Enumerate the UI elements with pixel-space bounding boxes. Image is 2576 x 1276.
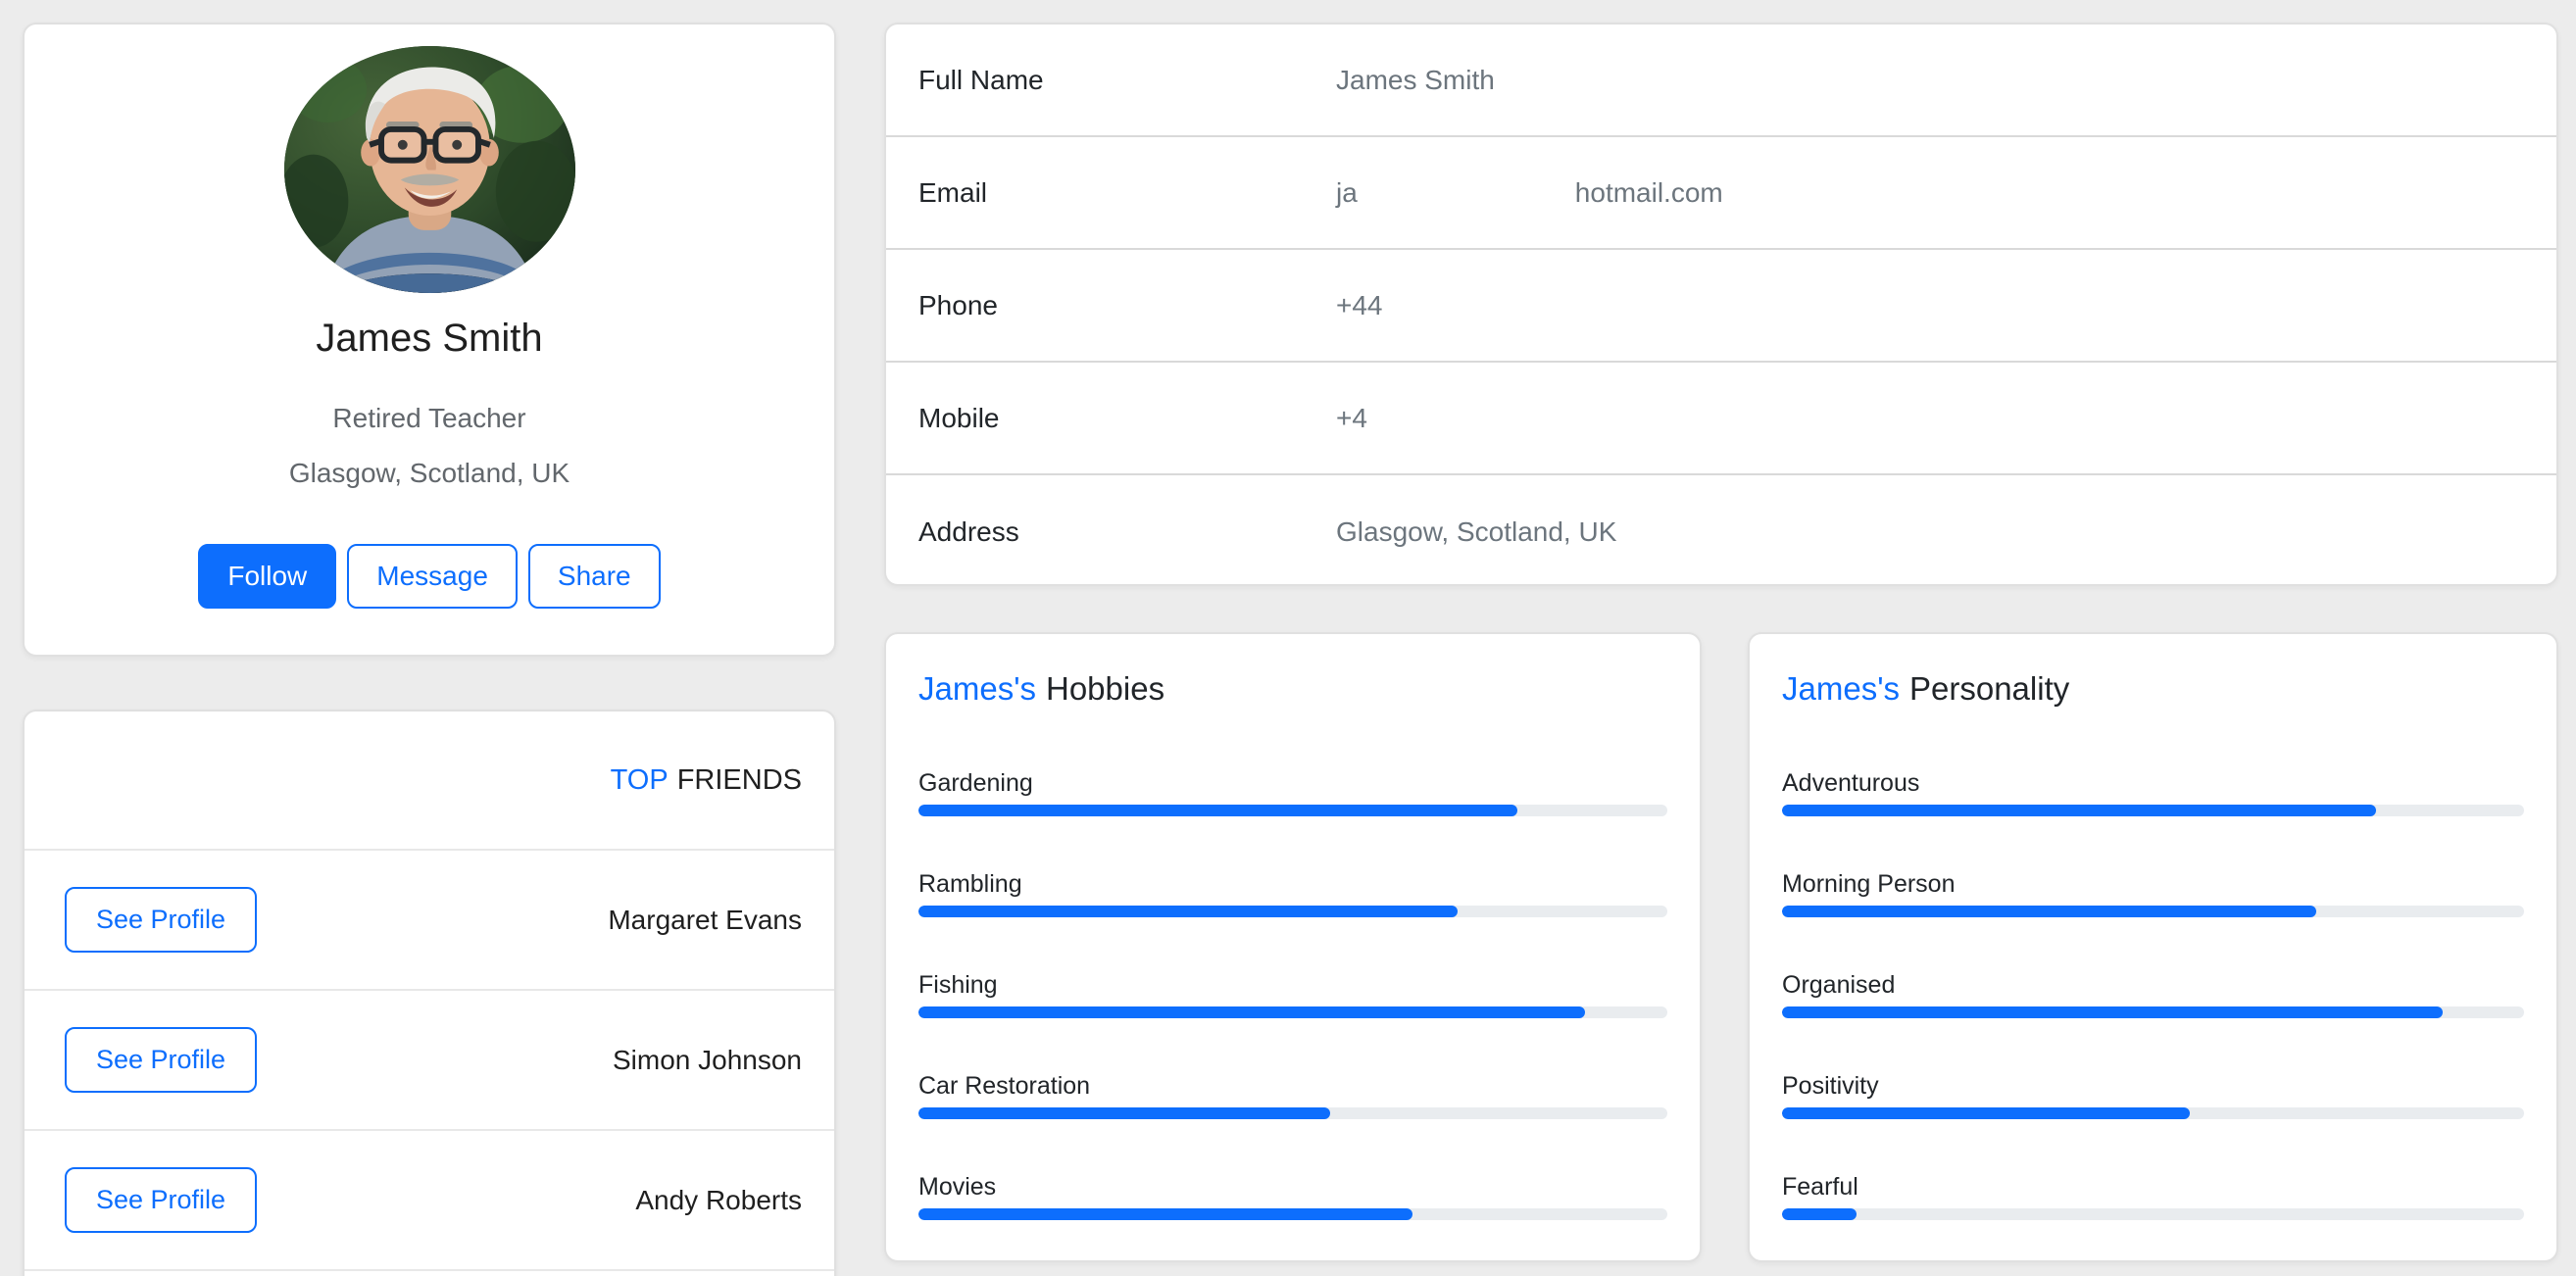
progress-fill — [918, 1107, 1330, 1119]
detail-value: James Smith — [1336, 65, 1495, 96]
detail-row-address: Address Glasgow, Scotland, UK — [886, 475, 2556, 588]
progress-fill — [1782, 805, 2376, 816]
progress-track — [1782, 906, 2524, 917]
detail-value-redacted: ja hotmail.com — [1336, 177, 1723, 209]
friend-name: Margaret Evans — [608, 905, 802, 936]
message-button[interactable]: Message — [347, 544, 518, 609]
friends-title-highlight: TOP — [611, 764, 669, 797]
progress-track — [918, 1208, 1667, 1220]
friend-row: See Profile Simon Johnson — [25, 991, 834, 1131]
detail-value-redacted: +44 — [1336, 290, 1383, 321]
profile-location: Glasgow, Scotland, UK — [25, 457, 834, 490]
progress-fill — [1782, 1208, 1857, 1220]
detail-label: Full Name — [918, 65, 1336, 96]
see-profile-button[interactable]: See Profile — [65, 1167, 257, 1233]
personality-item: Adventurous — [1782, 766, 2524, 816]
friends-card-header: TOP FRIENDS — [25, 712, 834, 851]
progress-fill — [918, 906, 1458, 917]
friend-row: See Profile Andy Roberts — [25, 1131, 834, 1271]
mobile-visible-prefix: +4 — [1336, 403, 1367, 433]
share-button[interactable]: Share — [528, 544, 661, 609]
progress-track — [918, 1006, 1667, 1018]
follow-button[interactable]: Follow — [198, 544, 336, 609]
contact-details-card: Full Name James Smith Email ja hotmail.co… — [884, 23, 2558, 586]
personality-item: Positivity — [1782, 1069, 2524, 1119]
detail-row-phone: Phone +44 — [886, 250, 2556, 363]
progress-fill — [918, 1208, 1412, 1220]
email-visible-prefix: ja — [1336, 177, 1358, 208]
progress-track — [1782, 805, 2524, 816]
profile-actions: Follow Message Share — [25, 544, 834, 609]
hobbies-card: James's Hobbies Gardening Rambling Fishin… — [884, 632, 1702, 1262]
detail-label: Email — [918, 177, 1336, 209]
hobby-item: Fishing — [918, 968, 1667, 1018]
hobbies-title-rest: Hobbies — [1046, 670, 1164, 707]
hobby-label: Rambling — [918, 867, 1667, 901]
progress-fill — [918, 805, 1517, 816]
detail-value: Glasgow, Scotland, UK — [1336, 516, 1616, 548]
email-visible-suffix: hotmail.com — [1575, 177, 1723, 208]
friend-row: See Profile Margaret Evans — [25, 851, 834, 991]
personality-card-title: James'sPersonality — [1782, 669, 2524, 709]
personality-label: Organised — [1782, 968, 2524, 1002]
hobby-item: Movies — [918, 1170, 1667, 1220]
personality-item: Morning Person — [1782, 867, 2524, 917]
hobby-label: Car Restoration — [918, 1069, 1667, 1103]
detail-value-redacted: +4 — [1336, 403, 1367, 434]
progress-track — [918, 805, 1667, 816]
progress-track — [918, 1107, 1667, 1119]
progress-track — [918, 906, 1667, 917]
progress-fill — [1782, 1107, 2190, 1119]
hobby-label: Fishing — [918, 968, 1667, 1002]
hobby-item: Rambling — [918, 867, 1667, 917]
friends-title-rest: FRIENDS — [677, 764, 802, 797]
hobbies-card-title: James's Hobbies — [918, 669, 1667, 709]
personality-label: Adventurous — [1782, 766, 2524, 800]
detail-row-email: Email ja hotmail.com — [886, 137, 2556, 250]
hobby-label: Movies — [918, 1170, 1667, 1203]
profile-page: James Smith Retired Teacher Glasgow, Sco… — [0, 0, 2576, 1276]
personality-label: Positivity — [1782, 1069, 2524, 1103]
personality-card: James'sPersonality Adventurous Morning P… — [1748, 632, 2558, 1262]
profile-photo — [284, 46, 575, 293]
hobby-item: Car Restoration — [918, 1069, 1667, 1119]
progress-fill — [918, 1006, 1585, 1018]
profile-occupation: Retired Teacher — [25, 402, 834, 435]
see-profile-button[interactable]: See Profile — [65, 887, 257, 953]
profile-card: James Smith Retired Teacher Glasgow, Sco… — [23, 23, 836, 657]
personality-item: Organised — [1782, 968, 2524, 1018]
personality-item: Fearful — [1782, 1170, 2524, 1220]
top-friends-card: TOP FRIENDS See Profile Margaret Evans S… — [23, 710, 836, 1276]
hobby-label: Gardening — [918, 766, 1667, 800]
profile-photo-illustration — [284, 46, 575, 293]
detail-label: Phone — [918, 290, 1336, 321]
friend-name: Simon Johnson — [613, 1045, 802, 1076]
progress-fill — [1782, 906, 2316, 917]
detail-label: Address — [918, 516, 1336, 548]
personality-label: Morning Person — [1782, 867, 2524, 901]
detail-row-full-name: Full Name James Smith — [886, 25, 2556, 137]
friend-name: Andy Roberts — [635, 1185, 802, 1216]
hobbies-title-highlight: James's — [918, 670, 1036, 707]
hobby-item: Gardening — [918, 766, 1667, 816]
personality-title-highlight: James's — [1782, 670, 1900, 707]
profile-name: James Smith — [25, 315, 834, 362]
phone-visible-prefix: +44 — [1336, 290, 1383, 320]
friend-row-clipped — [25, 1271, 834, 1276]
progress-track — [1782, 1006, 2524, 1018]
detail-row-mobile: Mobile +4 — [886, 363, 2556, 475]
progress-fill — [1782, 1006, 2443, 1018]
personality-title-rest: Personality — [1909, 670, 2069, 707]
see-profile-button[interactable]: See Profile — [65, 1027, 257, 1093]
detail-label: Mobile — [918, 403, 1336, 434]
progress-track — [1782, 1208, 2524, 1220]
progress-track — [1782, 1107, 2524, 1119]
personality-label: Fearful — [1782, 1170, 2524, 1203]
